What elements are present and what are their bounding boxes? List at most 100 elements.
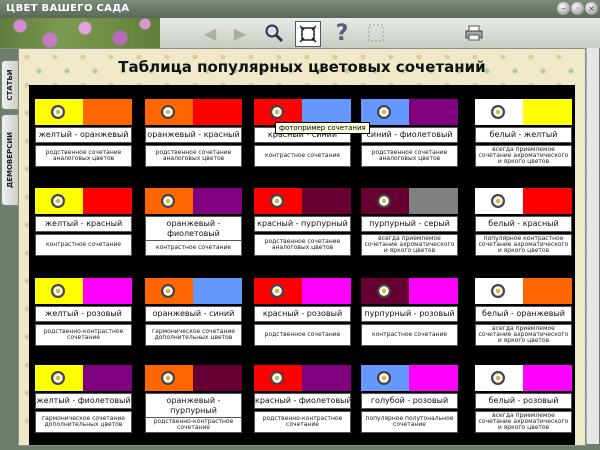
color-swatch-primary <box>475 188 523 214</box>
combination-description: родственное сочетание аналоговых цветов <box>35 145 132 167</box>
color-swatch-secondary <box>193 188 242 214</box>
flower-photo-icon[interactable] <box>491 105 505 119</box>
color-card: белый - желтый всегда приемлемое сочетани… <box>475 99 572 167</box>
flower-photo-icon[interactable] <box>270 371 284 385</box>
combination-name: белый - красный <box>475 216 572 232</box>
color-swatch-secondary <box>193 278 242 304</box>
flower-photo-icon[interactable] <box>270 194 284 208</box>
color-swatch-primary <box>475 99 523 125</box>
close-button[interactable]: × <box>585 2 598 15</box>
combination-name: оранжевый - пурпурный <box>145 393 242 419</box>
minimize-button[interactable]: – <box>557 2 570 15</box>
flower-photo-icon[interactable] <box>270 284 284 298</box>
combination-description: всегда приемлемое сочетание ахроматическ… <box>361 234 458 256</box>
flower-photo-icon[interactable] <box>161 284 175 298</box>
flower-photo-icon[interactable] <box>377 284 391 298</box>
color-swatch-primary <box>361 365 409 391</box>
color-swatch-primary <box>361 278 409 304</box>
color-swatch-secondary <box>523 188 572 214</box>
page-title: Таблица популярных цветовых сочетаний <box>118 58 486 76</box>
color-card: оранжевый - фиолетовый контрастное сочета… <box>145 188 242 256</box>
combination-description: контрастное сочетание <box>361 324 458 346</box>
color-card: голубой - розовый популярное полутонально… <box>361 365 458 433</box>
flower-photo-icon[interactable] <box>377 371 391 385</box>
forward-arrow-icon[interactable]: ▶ <box>228 21 252 45</box>
tab-demos-label: ДЕМОВЕРСИИ <box>6 131 14 189</box>
color-card: пурпурный - серый всегда приемлемое сочет… <box>361 188 458 256</box>
color-swatch-secondary <box>523 365 572 391</box>
tab-articles[interactable]: СТАТЬИ <box>1 60 18 110</box>
fullscreen-icon[interactable] <box>295 21 321 47</box>
color-card: оранжевый - синий гармоническое сочетание… <box>145 278 242 346</box>
help-icon[interactable]: ? <box>330 21 354 46</box>
combination-name: пурпурный - серый <box>361 216 458 232</box>
flower-photo-icon[interactable] <box>491 284 505 298</box>
flower-photo-icon[interactable] <box>491 371 505 385</box>
combination-description: популярное полутональное сочетание <box>361 411 458 433</box>
color-swatch-primary <box>145 278 193 304</box>
flower-photo-icon[interactable] <box>377 194 391 208</box>
combination-description: всегда приемлемое сочетание ахроматическ… <box>475 411 572 433</box>
combination-description: родственное сочетание аналоговых цветов <box>361 145 458 167</box>
color-swatch-secondary <box>409 278 458 304</box>
combination-name: белый - оранжевый <box>475 306 572 322</box>
side-tabs: СТАТЬИ ДЕМОВЕРСИИ <box>0 60 18 450</box>
title-bar: ЦВЕТ ВАШЕГО САДА – ◦ × <box>0 0 600 18</box>
flower-photo-icon[interactable] <box>161 371 175 385</box>
vertical-scrollbar[interactable] <box>586 48 599 444</box>
flower-photo-icon[interactable] <box>270 105 284 119</box>
color-card: красный - пурпурный родственное сочетание… <box>254 188 351 256</box>
color-swatch-secondary <box>193 365 242 391</box>
printer-icon[interactable] <box>462 21 486 45</box>
color-swatch-primary <box>145 188 193 214</box>
color-swatch-primary <box>145 365 193 391</box>
combination-name: голубой - розовый <box>361 393 458 409</box>
combination-description: гармоническое сочетание дополнительных ц… <box>145 324 242 346</box>
color-swatch-primary <box>35 99 83 125</box>
tab-demos[interactable]: ДЕМОВЕРСИИ <box>1 114 18 206</box>
color-card: желтый - розовый родственно-контрастное с… <box>35 278 132 346</box>
color-card: синий - фиолетовый родственное сочетание … <box>361 99 458 167</box>
flower-photo-icon[interactable] <box>491 194 505 208</box>
color-card: оранжевый - красный родственное сочетание… <box>145 99 242 167</box>
combination-name: оранжевый - синий <box>145 306 242 322</box>
flower-banner-image <box>0 18 160 48</box>
combination-description: контрастное сочетание <box>35 234 132 256</box>
combination-name: красный - розовый <box>254 306 351 322</box>
app-title: ЦВЕТ ВАШЕГО САДА <box>6 3 130 14</box>
combination-description: родственное сочетание <box>254 324 351 346</box>
combination-description: контрастное сочетание <box>254 145 351 167</box>
color-card: желтый - оранжевый родственное сочетание … <box>35 99 132 167</box>
color-swatch-secondary <box>302 365 351 391</box>
color-swatch-primary <box>361 188 409 214</box>
combination-description: всегда приемлемое сочетание ахроматическ… <box>475 324 572 346</box>
combination-name: желтый - оранжевый <box>35 127 132 143</box>
color-card: красный - фиолетовый родственно-контрастн… <box>254 365 351 433</box>
back-arrow-icon[interactable]: ◀ <box>198 21 222 45</box>
flower-photo-icon[interactable] <box>377 105 391 119</box>
combination-description: родственное сочетание аналоговых цветов <box>145 145 242 167</box>
color-card: оранжевый - пурпурный родственно-контраст… <box>145 365 242 433</box>
combination-name: белый - розовый <box>475 393 572 409</box>
flower-photo-icon[interactable] <box>51 194 65 208</box>
flower-photo-icon[interactable] <box>51 371 65 385</box>
restore-button[interactable]: ◦ <box>571 2 584 15</box>
flower-photo-icon[interactable] <box>161 194 175 208</box>
flower-photo-icon[interactable] <box>51 284 65 298</box>
flower-photo-icon[interactable] <box>51 105 65 119</box>
color-swatch-primary <box>35 365 83 391</box>
color-swatch-secondary <box>409 365 458 391</box>
flower-photo-icon[interactable] <box>161 105 175 119</box>
magnifier-icon[interactable] <box>262 21 286 45</box>
color-combination-table: желтый - оранжевый родственное сочетание … <box>29 85 575 445</box>
content-area: Таблица популярных цветовых сочетаний же… <box>18 48 586 446</box>
combination-name: синий - фиолетовый <box>361 127 458 143</box>
color-swatch-secondary <box>193 99 242 125</box>
combination-description: всегда приемлемое сочетание ахроматическ… <box>475 145 572 167</box>
color-card: желтый - фиолетовый гармоническое сочетан… <box>35 365 132 433</box>
selection-frame-icon[interactable] <box>364 21 388 45</box>
toolbar: ◀ ▶ ? <box>0 18 600 49</box>
color-swatch-secondary <box>83 278 132 304</box>
combination-name: белый - желтый <box>475 127 572 143</box>
color-swatch-secondary <box>302 278 351 304</box>
